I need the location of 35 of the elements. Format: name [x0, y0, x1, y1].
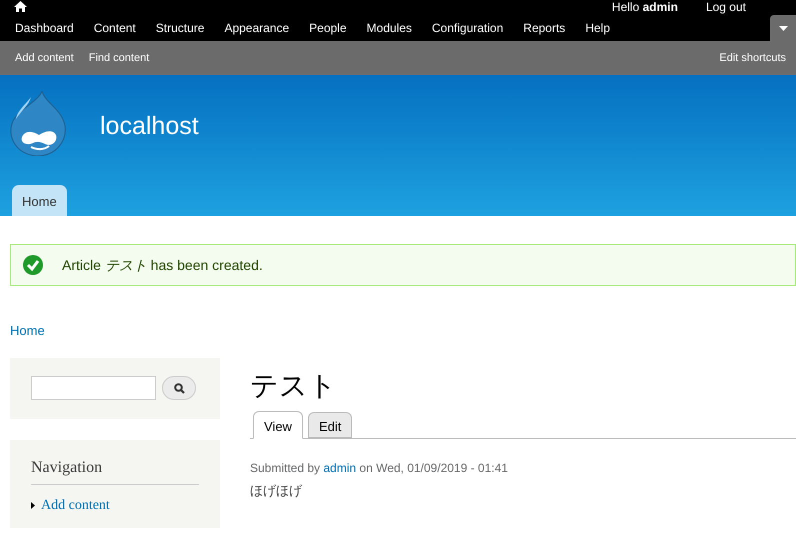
author-link[interactable]: admin — [323, 460, 356, 474]
drupal-logo-icon — [9, 91, 66, 156]
toolbar-menu-item[interactable]: Reports — [513, 18, 576, 38]
block-title: Navigation — [31, 456, 199, 484]
site-name[interactable]: localhost — [100, 108, 199, 146]
body-text: ほげほげ — [250, 482, 302, 500]
search-button[interactable] — [162, 376, 196, 400]
toolbar-menu-item[interactable]: Appearance — [214, 18, 300, 38]
check-icon — [23, 255, 43, 275]
primary-tab[interactable]: Home — [12, 185, 67, 216]
toolbar-menu-item[interactable]: Structure — [146, 18, 214, 38]
drawer-toggle[interactable] — [770, 15, 796, 41]
search-field[interactable] — [31, 376, 156, 400]
message-text: Article テスト has been created. — [62, 256, 263, 274]
toolbar-menu-item[interactable]: Help — [575, 18, 620, 38]
bullet-icon — [31, 502, 35, 508]
toolbar-menu-item[interactable]: Modules — [356, 18, 422, 38]
breadcrumb-link[interactable]: Home — [10, 321, 45, 340]
home-icon[interactable] — [14, 1, 27, 12]
edit-shortcuts-link[interactable]: Edit shortcuts — [719, 50, 786, 66]
user-greeting: Hello admin — [612, 0, 678, 14]
toolbar-menu-item[interactable]: Content — [84, 18, 146, 38]
node-tab[interactable]: Edit — [308, 412, 352, 438]
submitted-info: Submitted by admin on Wed, 01/09/2019 - 01:41 — [250, 460, 508, 476]
navigation-link[interactable]: Add content — [41, 494, 110, 516]
toolbar-menu-item[interactable]: People — [299, 18, 357, 38]
toolbar-menu-item[interactable]: Dashboard — [5, 18, 84, 38]
shortcut-link[interactable]: Find content — [88, 50, 150, 66]
node-tab[interactable]: View — [253, 410, 303, 438]
page-title: テスト — [250, 368, 337, 404]
logout-link[interactable]: Log out — [706, 0, 746, 14]
toolbar-menu-item[interactable]: Configuration — [422, 18, 514, 38]
search-icon — [174, 382, 184, 394]
caret-icon — [778, 26, 788, 30]
shortcut-link[interactable]: Add content — [15, 50, 74, 66]
